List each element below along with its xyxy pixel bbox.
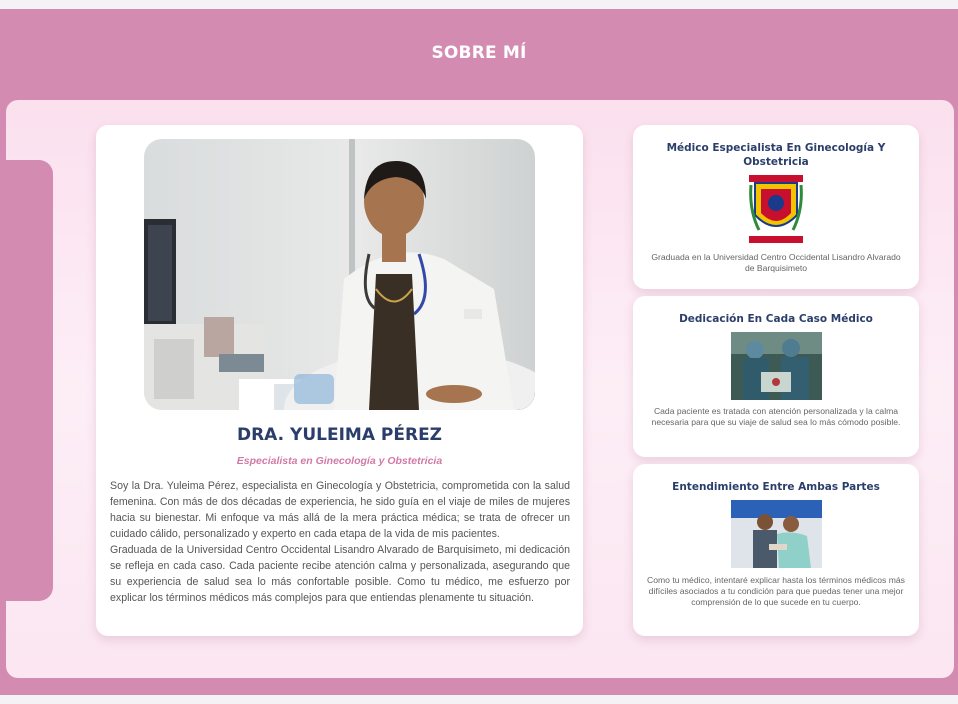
credential-card: Médico Especialista En Ginecología Y Obs… bbox=[633, 125, 919, 289]
doctor-bio: Soy la Dra. Yuleima Pérez, especialista … bbox=[110, 478, 570, 606]
university-crest-icon bbox=[749, 175, 803, 243]
footer-strip bbox=[0, 695, 958, 704]
dedication-card: Dedicación En Cada Caso Médico Cada paci… bbox=[633, 296, 919, 457]
doctor-specialty: Especialista en Ginecología y Obstetrici… bbox=[236, 455, 443, 467]
card-title: Dedicación En Cada Caso Médico bbox=[679, 313, 873, 325]
bio-paragraph: Soy la Dra. Yuleima Pérez, especialista … bbox=[110, 480, 570, 540]
profile-card: DRA. YULEIMA PÉREZ Especialista en Ginec… bbox=[96, 125, 583, 636]
doctor-portrait-photo bbox=[144, 139, 535, 410]
surgery-team-photo bbox=[731, 332, 822, 400]
card-title: Entendimiento Entre Ambas Partes bbox=[672, 481, 880, 493]
doctor-patient-photo bbox=[731, 500, 822, 568]
card-title: Médico Especialista En Ginecología Y Obs… bbox=[666, 142, 886, 168]
side-decoration-tab bbox=[0, 160, 53, 601]
card-description: Cada paciente es tratada con atención pe… bbox=[651, 406, 901, 427]
bio-paragraph: Graduada de la Universidad Centro Occide… bbox=[110, 544, 570, 604]
card-description: Como tu médico, intentaré explicar hasta… bbox=[647, 575, 905, 607]
doctor-name: DRA. YULEIMA PÉREZ bbox=[236, 425, 443, 445]
card-description: Graduada en la Universidad Centro Occide… bbox=[651, 252, 901, 273]
section-title: SOBRE MÍ bbox=[431, 43, 527, 63]
understanding-card: Entendimiento Entre Ambas Partes Como tu… bbox=[633, 464, 919, 636]
